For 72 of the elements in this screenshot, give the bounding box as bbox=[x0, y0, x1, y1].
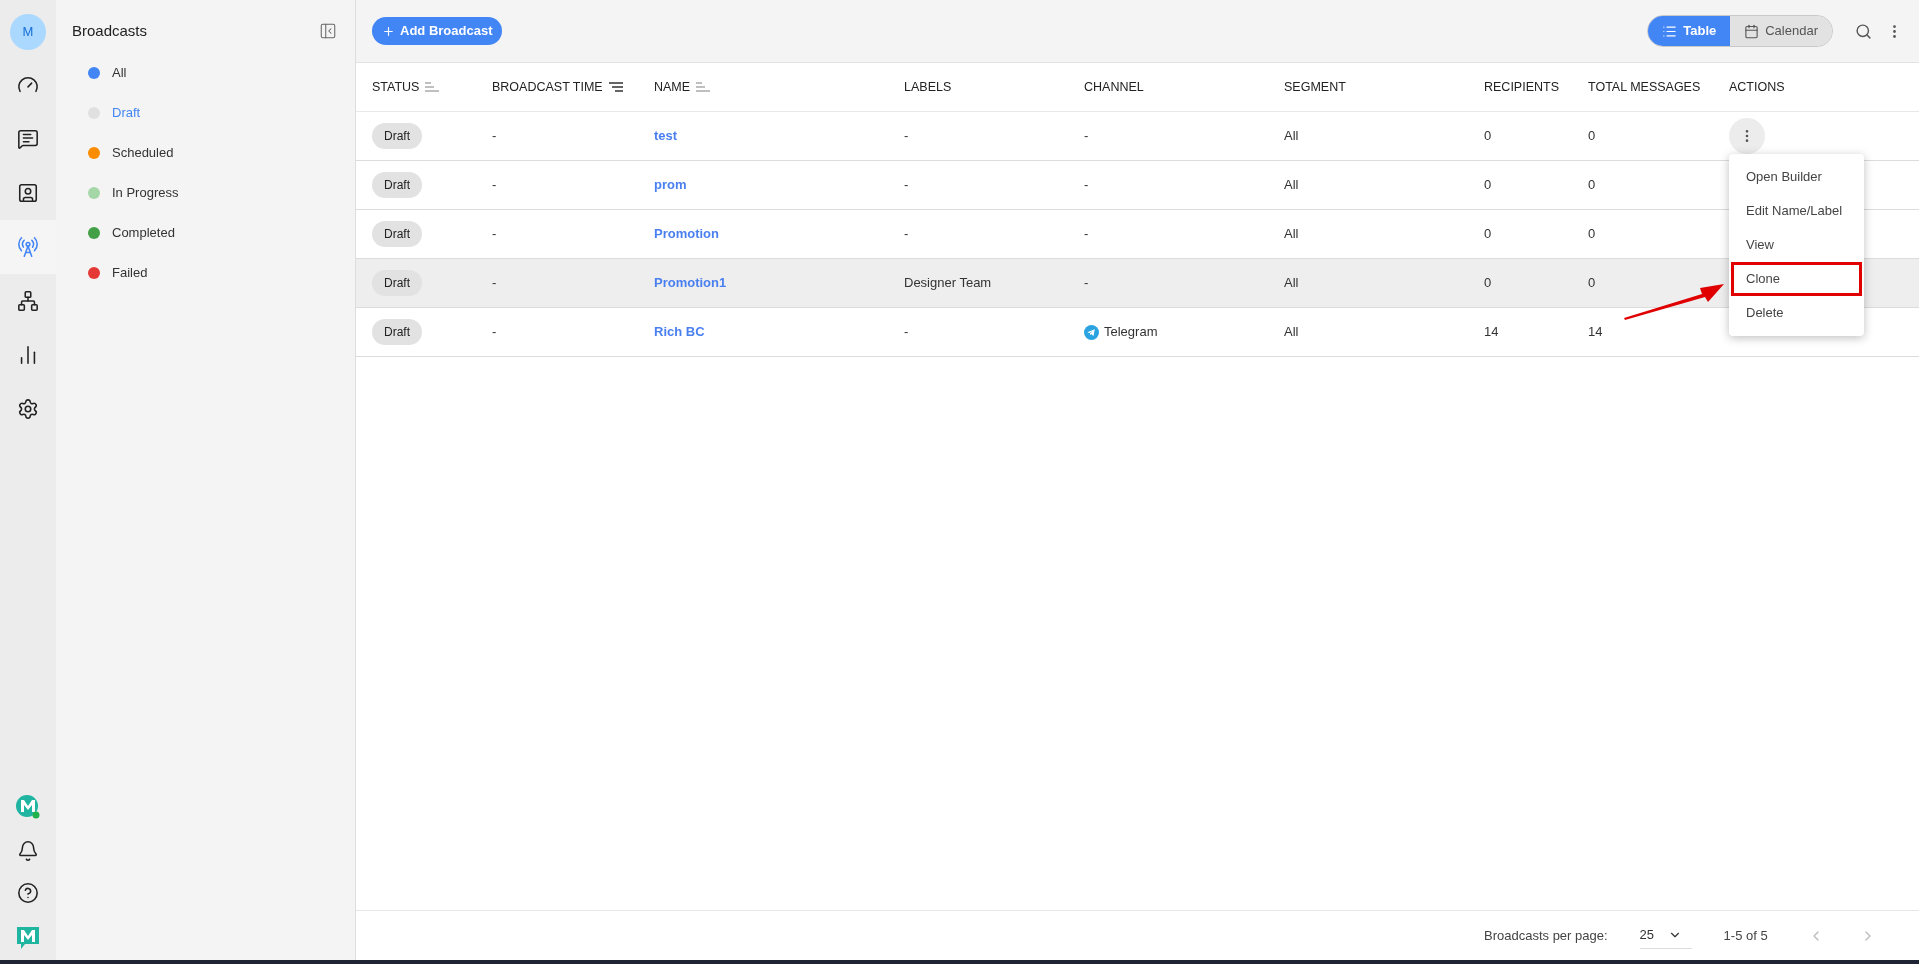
sort-icon[interactable] bbox=[608, 82, 623, 92]
sidebar-title: Broadcasts bbox=[72, 21, 148, 41]
chat-icon bbox=[17, 128, 39, 150]
status-badge: Draft bbox=[372, 172, 422, 198]
list-icon bbox=[1662, 23, 1678, 39]
table-cell-text: 0 bbox=[1484, 127, 1493, 146]
sidebar-item[interactable]: Completed bbox=[112, 222, 175, 243]
table-cell-text: All bbox=[1284, 176, 1300, 195]
column-header: NAME bbox=[654, 78, 691, 96]
view-tab[interactable]: Calendar bbox=[1730, 16, 1832, 46]
column-header: BROADCAST TIME bbox=[492, 78, 603, 96]
broadcast-icon bbox=[17, 236, 39, 258]
bell-icon[interactable] bbox=[17, 840, 39, 862]
table-cell-text: 0 bbox=[1588, 127, 1597, 146]
paper-plane-icon bbox=[1084, 324, 1099, 340]
table-cell-text: - bbox=[492, 225, 498, 244]
column-header: SEGMENT bbox=[1284, 78, 1346, 96]
calendar-icon bbox=[1744, 23, 1760, 39]
collapse-sidebar-icon[interactable] bbox=[319, 22, 337, 41]
logo-with-status-icon[interactable] bbox=[15, 794, 41, 820]
table-cell-text: - bbox=[492, 127, 498, 146]
status-badge: Draft bbox=[372, 270, 422, 296]
plus-icon bbox=[382, 24, 395, 38]
table-cell-text: 0 bbox=[1588, 176, 1597, 195]
sidebar-item[interactable]: Scheduled bbox=[112, 142, 174, 163]
column-header: STATUS bbox=[372, 78, 420, 96]
table-cell-text: 0 bbox=[1484, 176, 1493, 195]
sidebar-item[interactable]: In Progress bbox=[112, 182, 179, 203]
network-icon bbox=[17, 290, 39, 312]
table-cell-text: - bbox=[1084, 225, 1089, 244]
status-badge: Draft bbox=[372, 221, 422, 247]
column-header: TOTAL MESSAGES bbox=[1588, 78, 1701, 96]
status-badge: Draft bbox=[372, 123, 422, 149]
column-header: ACTIONS bbox=[1729, 78, 1785, 96]
contact-icon bbox=[17, 182, 39, 204]
table-cell-text: - bbox=[904, 176, 910, 195]
table-cell-text: - bbox=[904, 127, 910, 146]
per-page-select[interactable]: 25 bbox=[1639, 922, 1692, 949]
menu-item[interactable]: Open Builder bbox=[1731, 160, 1862, 194]
page-range: 1-5 of 5 bbox=[1723, 926, 1768, 945]
broadcast-name-link[interactable]: prom bbox=[654, 177, 687, 193]
table-cell-text: - bbox=[492, 176, 498, 195]
add-broadcast-button[interactable]: Add Broadcast bbox=[372, 17, 503, 45]
table-cell-text: - bbox=[1084, 127, 1089, 146]
table-cell-text: 0 bbox=[1484, 274, 1493, 293]
table-cell-text: - bbox=[1084, 274, 1089, 293]
status-badge: Draft bbox=[372, 319, 422, 345]
help-icon[interactable] bbox=[17, 882, 39, 904]
sidebar-item[interactable]: All bbox=[112, 62, 127, 83]
logo-icon[interactable] bbox=[15, 924, 41, 950]
column-header: RECIPIENTS bbox=[1484, 78, 1559, 96]
table-cell-text: - bbox=[492, 274, 498, 293]
table-cell-text: All bbox=[1284, 225, 1300, 244]
menu-item[interactable]: Clone bbox=[1731, 262, 1862, 296]
table-cell-text: 0 bbox=[1588, 274, 1597, 293]
table-cell-text: All bbox=[1284, 127, 1300, 146]
table-cell-text: - bbox=[1084, 176, 1089, 195]
broadcast-name-link[interactable]: Promotion bbox=[654, 226, 719, 242]
settings-icon bbox=[17, 398, 39, 420]
table-cell-text: 0 bbox=[1588, 225, 1597, 244]
table-cell-text: Designer Team bbox=[904, 274, 993, 293]
menu-item[interactable]: View bbox=[1731, 228, 1862, 262]
search-icon[interactable] bbox=[1855, 22, 1872, 40]
column-header: CHANNEL bbox=[1084, 78, 1144, 96]
view-tab[interactable]: Table bbox=[1648, 16, 1731, 46]
column-header: LABELS bbox=[904, 78, 952, 96]
sidebar-item[interactable]: Failed bbox=[112, 262, 148, 283]
table-cell-text: 0 bbox=[1484, 225, 1493, 244]
table-cell-text: All bbox=[1284, 274, 1300, 293]
per-page-label: Broadcasts per page: bbox=[1484, 926, 1608, 945]
table-cell-text: - bbox=[904, 225, 910, 244]
broadcast-name-link[interactable]: test bbox=[654, 128, 678, 144]
